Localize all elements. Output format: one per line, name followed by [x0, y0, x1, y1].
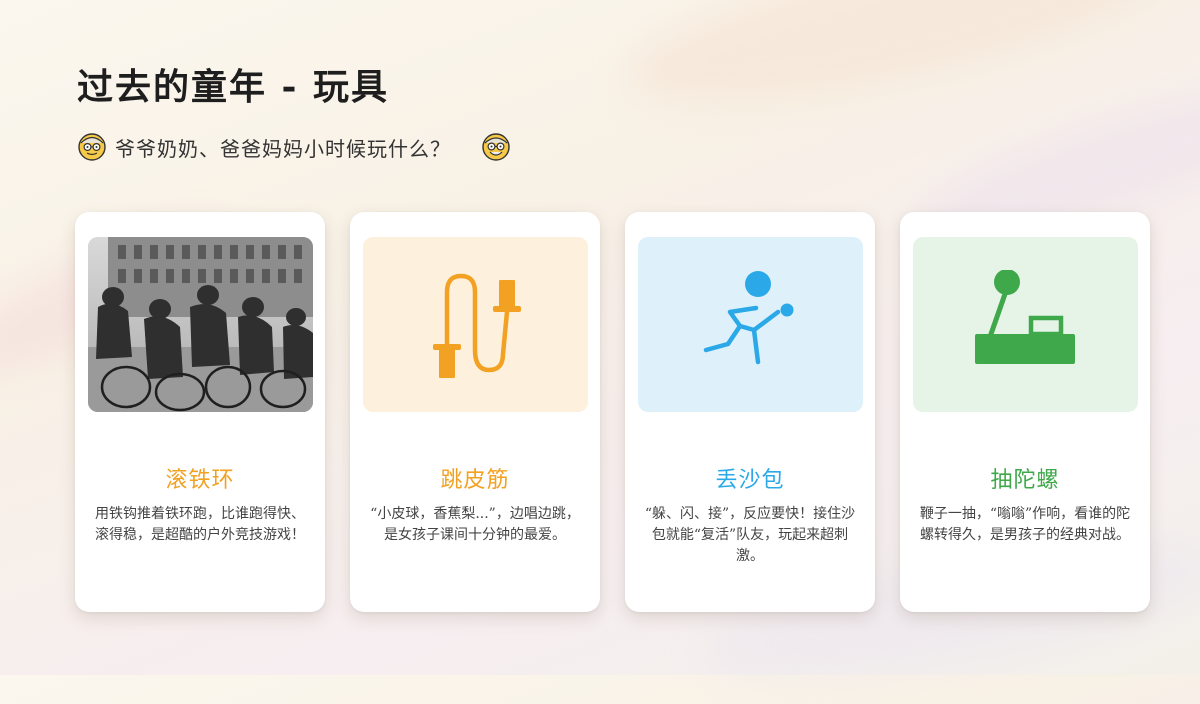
toy-card-jump-rope: 跳皮筋 “小皮球，香蕉梨...”，边唱边跳，是女孩子课间十分钟的最爱。	[350, 212, 600, 612]
children-rolling-hoops-photo	[88, 237, 313, 412]
jump-rope-icon	[432, 273, 521, 378]
card-title: 抽陀螺	[990, 468, 1060, 493]
card-title: 丢沙包	[715, 468, 785, 493]
card-description: “小皮球，香蕉梨...”，边唱边跳，是女孩子课间十分钟的最爱。	[370, 506, 580, 543]
card-illustration	[638, 237, 863, 412]
page-subtitle: 爷爷奶奶、爸爸妈妈小时候玩什么？	[115, 136, 451, 161]
spinning-top-whip-icon	[974, 269, 1075, 364]
subtitle-row: 爷爷奶奶、爸爸妈妈小时候玩什么？	[77, 130, 511, 164]
card-photo	[88, 237, 313, 412]
card-title: 滚铁环	[165, 468, 235, 493]
grandparent-face-icon	[482, 133, 510, 161]
toy-card-rolling-hoop: 滚铁环 用铁钩推着铁环跑，比谁跑得快、滚得稳，是超酷的户外竞技游戏！	[75, 212, 325, 612]
page-title: 过去的童年 - 玩具	[77, 66, 390, 108]
player-throwing-ball-icon	[703, 270, 793, 364]
card-description: “躲、闪、接”，反应要快！接住沙包就能“复活”队友，玩起来超刺激。	[644, 506, 856, 564]
card-description: 鞭子一抽，“嗡嗡”作响，看谁的陀螺转得久，是男孩子的经典对战。	[919, 506, 1131, 543]
toy-card-spinning-top: 抽陀螺 鞭子一抽，“嗡嗡”作响，看谁的陀螺转得久，是男孩子的经典对战。	[900, 212, 1150, 612]
background-streak	[613, 0, 1187, 137]
card-description: 用铁钩推着铁环跑，比谁跑得快、滚得稳，是超酷的户外竞技游戏！	[95, 506, 305, 543]
grandparent-face-icon	[78, 133, 106, 161]
toy-card-sandbag: 丢沙包 “躲、闪、接”，反应要快！接住沙包就能“复活”队友，玩起来超刺激。	[625, 212, 875, 612]
card-illustration	[363, 237, 588, 412]
card-illustration	[913, 237, 1138, 412]
card-title: 跳皮筋	[440, 468, 510, 493]
